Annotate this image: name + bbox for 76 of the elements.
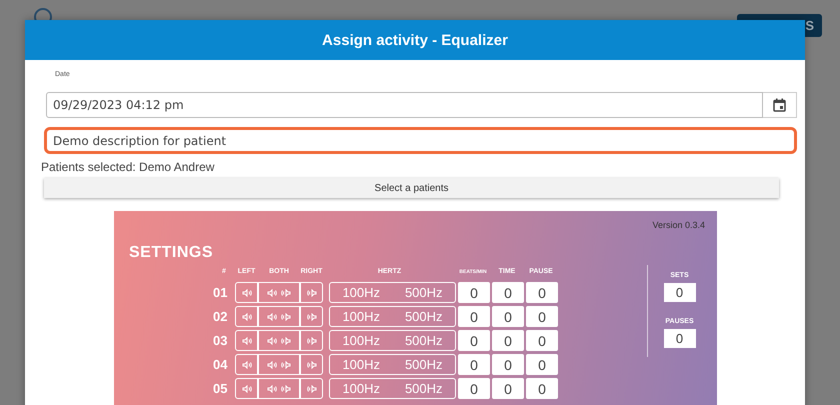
- both-channels-button[interactable]: [258, 354, 300, 375]
- speaker-icon: [267, 288, 277, 296]
- both-channels-button[interactable]: [258, 378, 300, 399]
- beats-per-min-field[interactable]: 0: [458, 282, 490, 303]
- pause-field[interactable]: 0: [526, 378, 558, 399]
- hertz-high-text: 500Hz: [404, 381, 443, 396]
- dialog-title: Assign activity - Equalizer: [25, 20, 805, 60]
- left-channel-button[interactable]: [235, 354, 258, 375]
- hertz-high-text: 500Hz: [404, 309, 443, 324]
- hertz-low-text: 100Hz: [342, 309, 380, 324]
- right-channel-button[interactable]: [300, 306, 323, 327]
- speaker-icon: [281, 336, 291, 344]
- speaker-icon: [281, 360, 291, 368]
- both-channels-button[interactable]: [258, 306, 300, 327]
- hertz-low-text: 100Hz: [342, 333, 380, 348]
- right-channel-button[interactable]: [300, 378, 323, 399]
- speaker-icon: [306, 312, 316, 320]
- row-number: 03: [213, 333, 228, 348]
- hertz-low-text: 100Hz: [342, 357, 380, 372]
- hertz-low-text: 100Hz: [342, 285, 380, 300]
- speaker-icon: [306, 288, 316, 296]
- row-number: 04: [213, 357, 228, 372]
- right-channel-button[interactable]: [300, 330, 323, 351]
- pause-field[interactable]: 0: [526, 306, 558, 327]
- select-patients-button[interactable]: Select a patients: [44, 178, 779, 198]
- beats-per-min-field[interactable]: 0: [458, 354, 490, 375]
- version-text: Version 0.3.4: [652, 220, 705, 230]
- calendar-button[interactable]: [763, 92, 797, 118]
- right-channel-button[interactable]: [300, 282, 323, 303]
- pause-field[interactable]: 0: [526, 354, 558, 375]
- speaker-icon: [281, 288, 291, 296]
- time-field[interactable]: 0: [492, 354, 524, 375]
- hertz-high-text: 500Hz: [404, 333, 443, 348]
- right-channel-button[interactable]: [300, 354, 323, 375]
- both-channels-button[interactable]: [258, 330, 300, 351]
- date-field[interactable]: 09/29/2023 04:12 pm: [46, 92, 763, 118]
- pauses-field[interactable]: 0: [664, 329, 696, 348]
- speaker-icon: [242, 384, 252, 392]
- speaker-icon: [281, 384, 291, 392]
- left-channel-button[interactable]: [235, 378, 258, 399]
- left-channel-button[interactable]: [235, 330, 258, 351]
- description-field[interactable]: Demo description for patient: [44, 127, 797, 154]
- time-field[interactable]: 0: [492, 330, 524, 351]
- pause-field[interactable]: 0: [526, 282, 558, 303]
- beats-per-min-field[interactable]: 0: [458, 306, 490, 327]
- pause-field[interactable]: 0: [526, 330, 558, 351]
- sets-field[interactable]: 0: [664, 283, 696, 302]
- calendar-icon: [773, 98, 786, 112]
- speaker-icon: [267, 360, 277, 368]
- beats-per-min-field[interactable]: 0: [458, 378, 490, 399]
- time-field[interactable]: 0: [492, 306, 524, 327]
- hertz-high-text: 500Hz: [404, 357, 443, 372]
- row-number: 02: [213, 309, 228, 324]
- left-channel-button[interactable]: [235, 282, 258, 303]
- speaker-icon: [242, 360, 252, 368]
- time-field[interactable]: 0: [492, 378, 524, 399]
- speaker-icon: [267, 336, 277, 344]
- row-number: 05: [213, 381, 228, 396]
- speaker-icon: [306, 360, 316, 368]
- beats-per-min-field[interactable]: 0: [458, 330, 490, 351]
- speaker-icon: [242, 312, 252, 320]
- settings-title: SETTINGS: [129, 244, 214, 262]
- speaker-icon: [306, 336, 316, 344]
- hertz-high-text: 500Hz: [404, 285, 443, 300]
- both-channels-button[interactable]: [258, 282, 300, 303]
- hertz-low-text: 100Hz: [342, 381, 380, 396]
- time-field[interactable]: 0: [492, 282, 524, 303]
- speaker-icon: [267, 312, 277, 320]
- speaker-icon: [306, 384, 316, 392]
- patients-selected-text: Patients selected: Demo Andrew: [41, 160, 216, 174]
- left-channel-button[interactable]: [235, 306, 258, 327]
- speaker-icon: [242, 336, 252, 344]
- speaker-icon: [242, 288, 252, 296]
- speaker-icon: [281, 312, 291, 320]
- row-number: 01: [213, 285, 228, 300]
- speaker-icon: [267, 384, 277, 392]
